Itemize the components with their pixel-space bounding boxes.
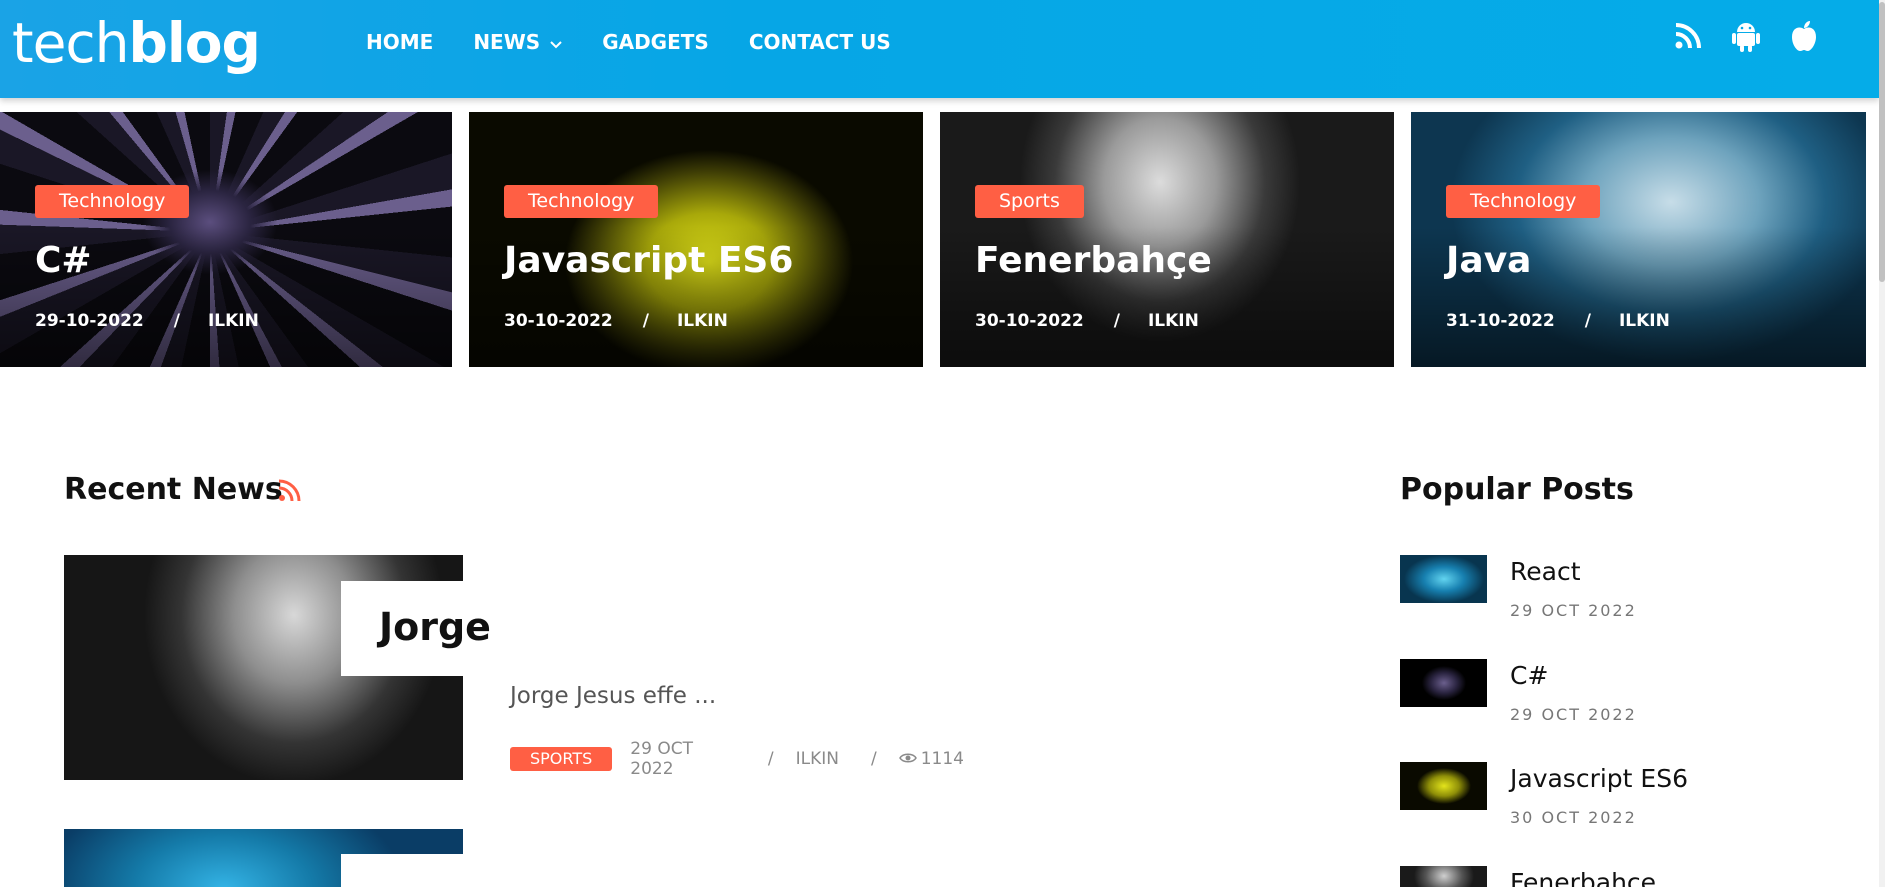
recent-news-item[interactable]: Jorge Jorge Jesus effe ... SPORTS 29 OCT…: [64, 555, 964, 780]
nav-contact-us[interactable]: CONTACT US: [749, 30, 891, 54]
android-icon[interactable]: [1731, 20, 1761, 52]
category-badge[interactable]: Technology: [1446, 185, 1601, 218]
nav-news[interactable]: NEWS: [473, 30, 562, 54]
popular-post-item[interactable]: React 29 OCT 2022: [1400, 555, 1820, 635]
news-excerpt: Jorge Jesus effe ...: [510, 683, 717, 709]
nav-news-label: NEWS: [473, 30, 541, 54]
nav-gadgets[interactable]: GADGETS: [602, 30, 709, 54]
popular-post-date: 29 OCT 2022: [1510, 601, 1637, 620]
popular-post-thumbnail[interactable]: [1400, 659, 1487, 707]
card-date: 30-10-2022: [975, 311, 1084, 331]
popular-posts-heading: Popular Posts: [1400, 472, 1634, 507]
nav-home[interactable]: HOME: [366, 30, 433, 54]
news-meta: SPORTS 29 OCT 2022 / ILKIN / 1114: [510, 739, 964, 779]
card-title[interactable]: C#: [35, 240, 92, 281]
popular-post-item[interactable]: Fenerbahce: [1400, 866, 1820, 887]
site-header: techblog HOME NEWS GADGETS CONTACT US: [0, 0, 1879, 98]
featured-card[interactable]: Technology C# 29-10-2022 / ILKIN: [0, 112, 452, 367]
popular-post-date: 30 OCT 2022: [1510, 808, 1637, 827]
featured-card[interactable]: Technology Java 31-10-2022 / ILKIN: [1411, 112, 1866, 367]
popular-post-thumbnail[interactable]: [1400, 866, 1487, 887]
meta-separator: /: [173, 311, 180, 331]
card-title[interactable]: Javascript ES6: [504, 240, 793, 281]
category-badge[interactable]: Technology: [35, 185, 190, 218]
popular-post-item[interactable]: C# 29 OCT 2022: [1400, 659, 1820, 739]
meta-separator: /: [767, 749, 774, 769]
meta-separator: /: [1584, 311, 1591, 331]
news-date: 29 OCT 2022: [630, 739, 693, 779]
views-count: 1114: [920, 749, 964, 769]
apple-icon[interactable]: [1789, 20, 1819, 52]
meta-separator: /: [1113, 311, 1120, 331]
card-title[interactable]: Java: [1446, 240, 1531, 281]
news-author[interactable]: ILKIN: [796, 749, 839, 769]
featured-card[interactable]: Sports Fenerbahçe 30-10-2022 / ILKIN: [940, 112, 1394, 367]
card-author[interactable]: ILKIN: [208, 311, 259, 331]
card-author[interactable]: ILKIN: [1619, 311, 1670, 331]
card-date: 29-10-2022: [35, 311, 144, 331]
card-meta: 30-10-2022 / ILKIN: [975, 311, 1199, 331]
popular-post-title[interactable]: C#: [1510, 661, 1548, 690]
nav-gadgets-label: GADGETS: [602, 30, 709, 54]
card-title[interactable]: Fenerbahçe: [975, 240, 1212, 281]
popular-post-thumbnail[interactable]: [1400, 762, 1487, 810]
card-meta: 31-10-2022 / ILKIN: [1446, 311, 1670, 331]
category-badge[interactable]: Sports: [975, 185, 1084, 218]
page-scrollbar[interactable]: [1879, 0, 1885, 887]
recent-news-heading: Recent News: [64, 472, 283, 507]
news-title[interactable]: Jorge: [379, 605, 491, 649]
main-nav: HOME NEWS GADGETS CONTACT US: [366, 0, 931, 84]
popular-post-item[interactable]: Javascript ES6 30 OCT 2022: [1400, 762, 1820, 842]
popular-post-title[interactable]: Fenerbahce: [1510, 868, 1656, 887]
scrollbar-thumb[interactable]: [1879, 2, 1885, 282]
nav-contact-label: CONTACT US: [748, 30, 891, 54]
meta-separator: /: [642, 311, 649, 331]
popular-post-date: 29 OCT 2022: [1510, 705, 1637, 724]
news-views: 1114: [898, 749, 964, 769]
card-meta: 29-10-2022 / ILKIN: [35, 311, 259, 331]
site-logo[interactable]: techblog: [12, 8, 261, 78]
nav-home-label: HOME: [366, 30, 434, 54]
popular-post-thumbnail[interactable]: [1400, 555, 1487, 603]
logo-text-tech: tech: [12, 11, 130, 75]
meta-separator: /: [871, 749, 877, 769]
header-social-icons: [1673, 20, 1819, 52]
category-badge[interactable]: Technology: [504, 185, 659, 218]
card-author[interactable]: ILKIN: [677, 311, 728, 331]
logo-text-blog: blog: [128, 11, 261, 75]
card-date: 30-10-2022: [504, 311, 613, 331]
news-thumbnail[interactable]: [64, 829, 463, 887]
chevron-down-icon: [550, 30, 562, 54]
featured-card[interactable]: Technology Javascript ES6 30-10-2022 / I…: [469, 112, 923, 367]
popular-post-title[interactable]: Javascript ES6: [1510, 764, 1688, 793]
popular-post-title[interactable]: React: [1510, 557, 1581, 586]
rss-icon[interactable]: [1673, 20, 1703, 52]
rss-icon[interactable]: [278, 478, 302, 502]
card-author[interactable]: ILKIN: [1148, 311, 1199, 331]
eye-icon: [898, 749, 917, 769]
card-date: 31-10-2022: [1446, 311, 1555, 331]
card-meta: 30-10-2022 / ILKIN: [504, 311, 728, 331]
featured-slider: Technology C# 29-10-2022 / ILKIN Technol…: [0, 112, 1879, 367]
category-badge[interactable]: SPORTS: [510, 747, 613, 771]
